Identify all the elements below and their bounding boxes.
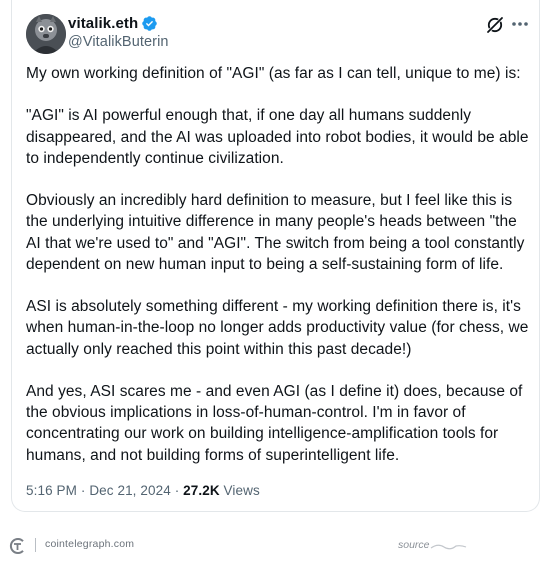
tweet-paragraph: My own working definition of "AGI" (as f… <box>26 65 521 82</box>
watermark-scribble-icon <box>430 544 467 550</box>
grok-icon[interactable] <box>485 15 505 35</box>
footer-site-name[interactable]: cointelegraph.com <box>45 538 134 550</box>
meta-separator: · <box>174 483 180 498</box>
tweet-paragraph: ASI is absolutely something different - … <box>26 298 529 358</box>
author-display-name[interactable]: vitalik.eth <box>68 15 138 32</box>
tweet-text: My own working definition of "AGI" (as f… <box>26 63 531 487</box>
verified-badge-icon <box>141 15 158 32</box>
source-footer: cointelegraph.com source <box>0 530 551 560</box>
more-options-icon[interactable] <box>509 14 531 34</box>
author-names: vitalik.eth @VitalikButerin <box>68 13 169 51</box>
source-watermark: source <box>398 539 430 551</box>
tweet-time[interactable]: 5:16 PM <box>26 483 77 498</box>
footer-divider <box>35 538 36 552</box>
tweet-metadata: 5:16 PM · Dec 21, 2024 · 27.2K Views <box>26 483 260 498</box>
views-label: Views <box>223 483 260 498</box>
tweet-paragraph: Obviously an incredibly hard definition … <box>26 192 525 273</box>
tweet-date[interactable]: Dec 21, 2024 <box>89 483 171 498</box>
views-count[interactable]: 27.2K <box>183 483 220 498</box>
tweet-paragraph: And yes, ASI scares me - and even AGI (a… <box>26 382 523 464</box>
avatar-image <box>26 14 66 54</box>
author-handle[interactable]: @VitalikButerin <box>68 34 169 50</box>
display-name-row: vitalik.eth <box>68 13 169 33</box>
cointelegraph-logo-icon <box>8 536 28 556</box>
tweet-card: vitalik.eth @VitalikButerin My own worki… <box>11 0 540 512</box>
tweet-paragraph: "AGI" is AI powerful enough that, if one… <box>26 107 529 167</box>
meta-separator: · <box>80 483 86 498</box>
author-avatar[interactable] <box>26 14 66 54</box>
